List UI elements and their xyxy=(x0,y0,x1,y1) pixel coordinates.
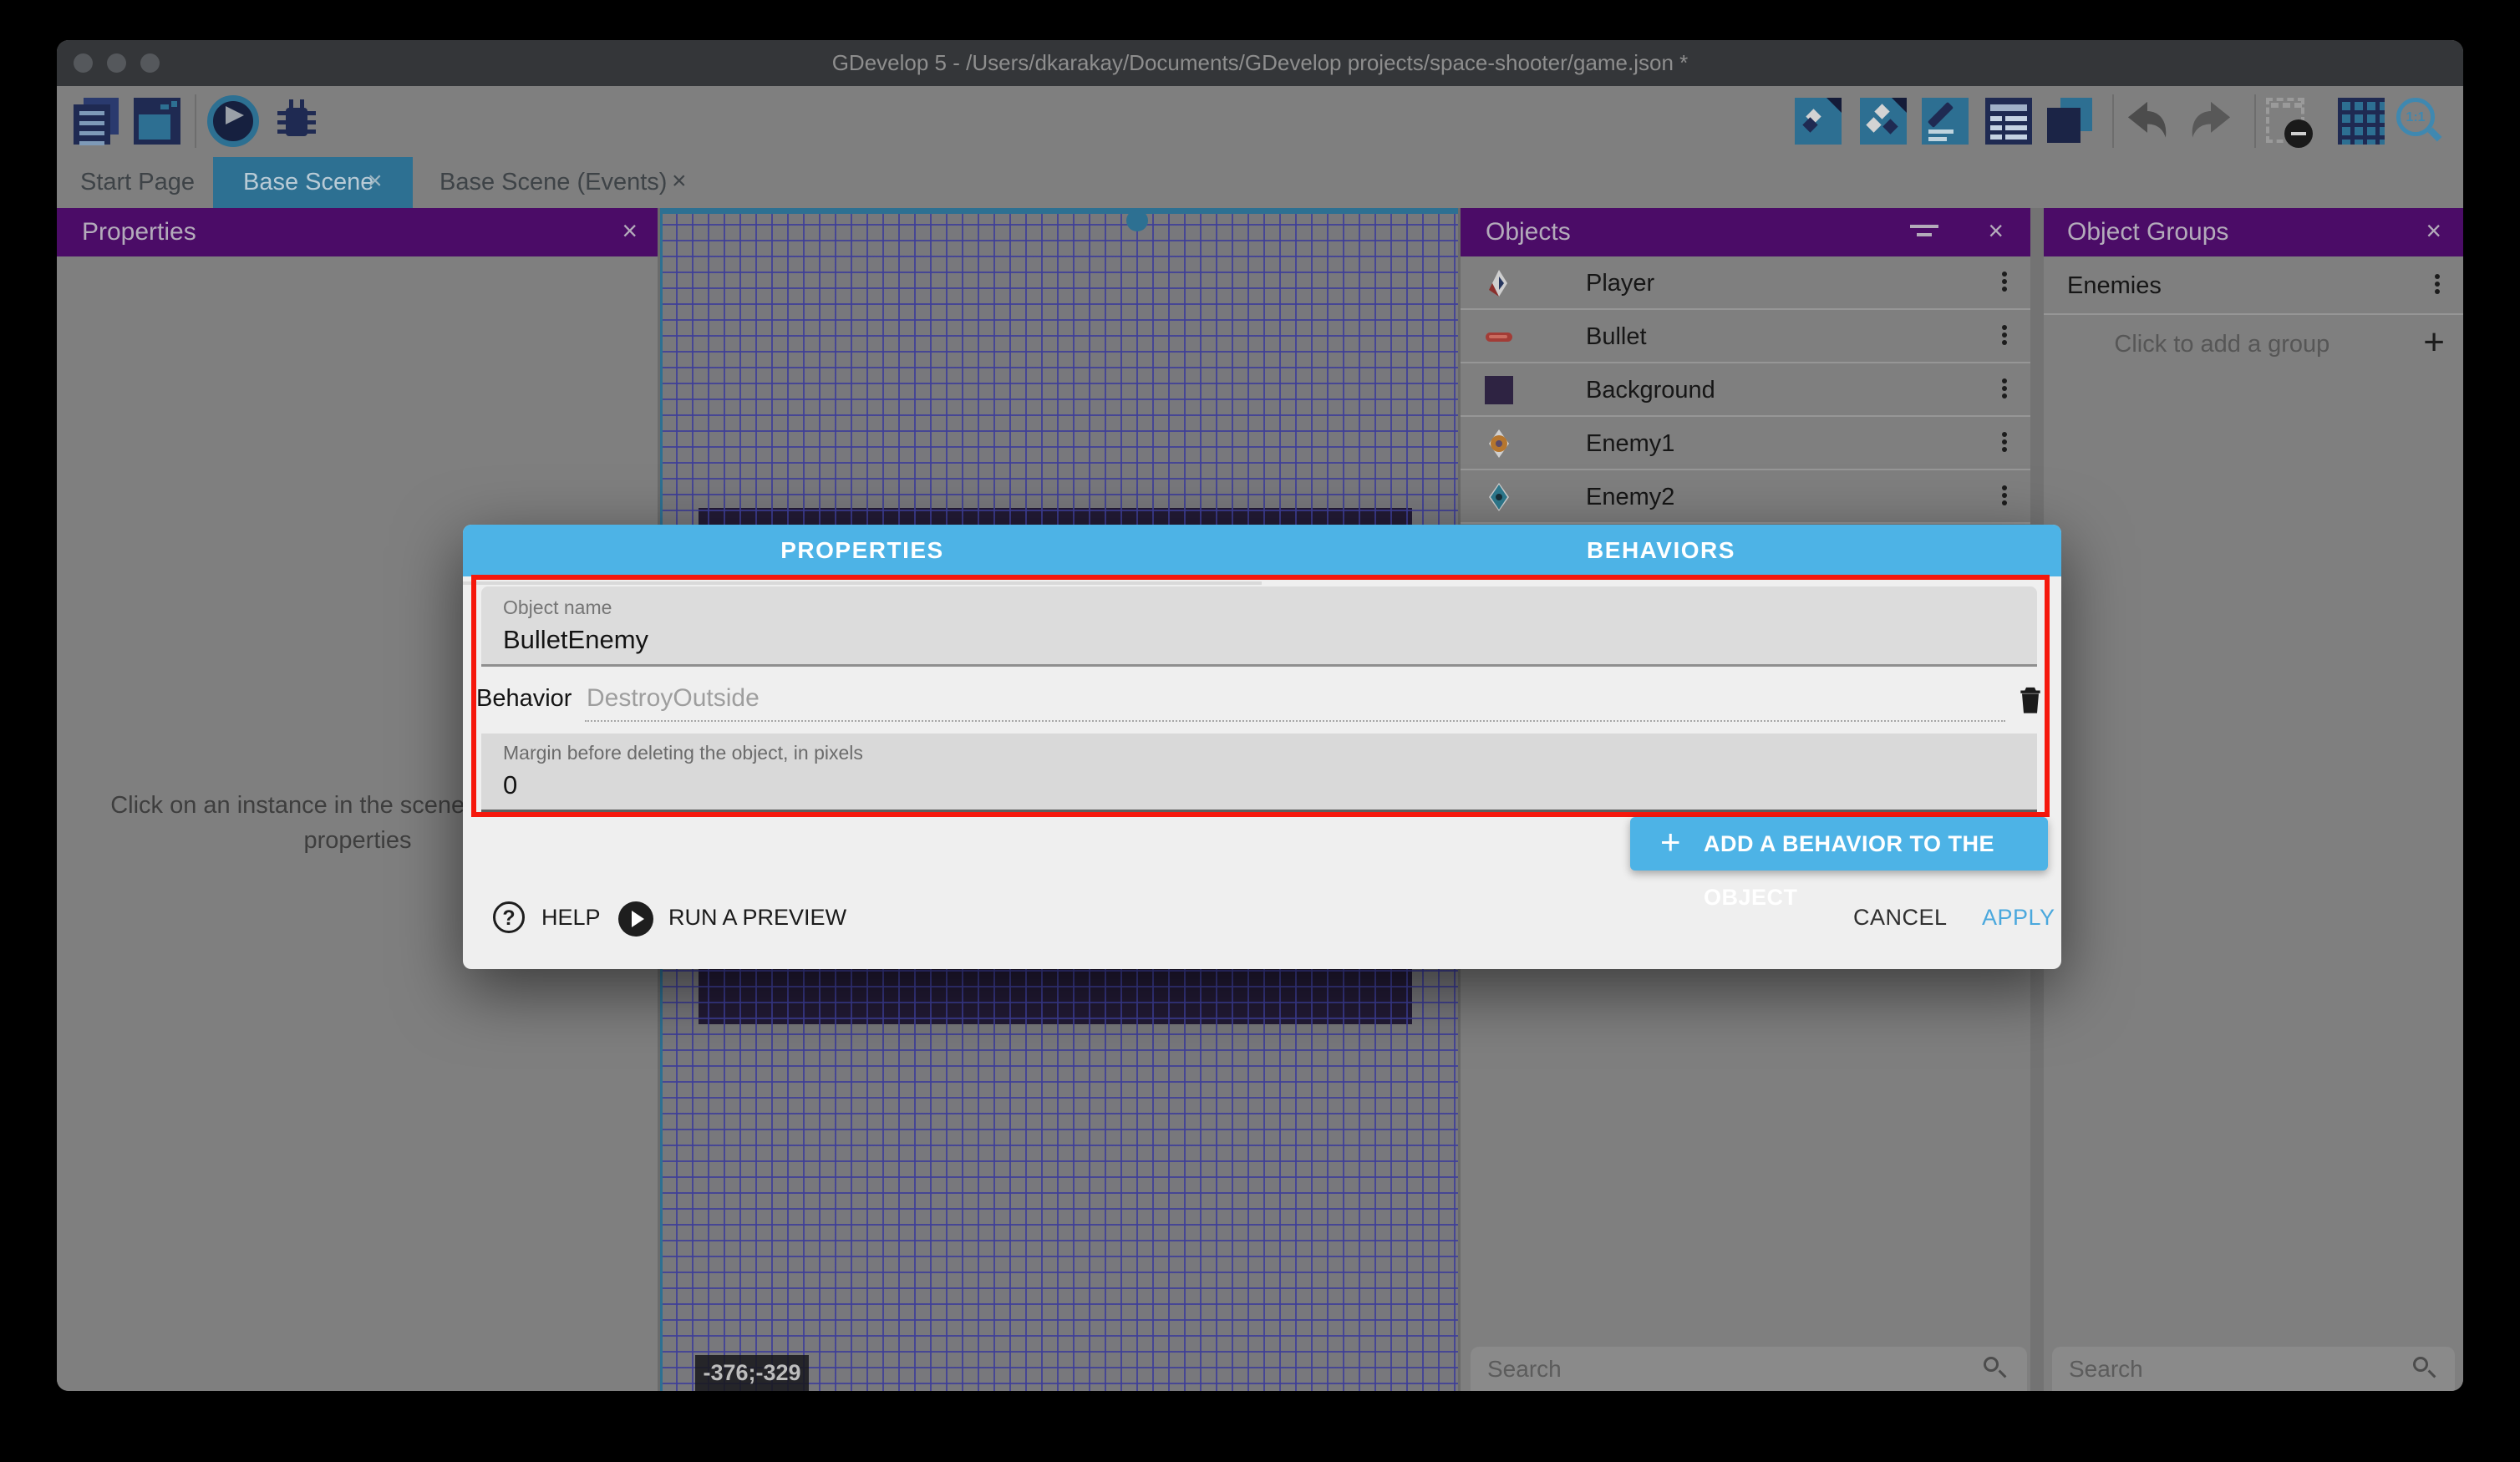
groups-search-input[interactable] xyxy=(2069,1347,2371,1391)
objects-panel-header: Objects × xyxy=(1461,208,2030,256)
enemy2-ship-sprite-icon xyxy=(1484,482,1514,512)
enemy1-ship-sprite-icon xyxy=(1484,429,1514,459)
object-editor-dialog: PROPERTIES BEHAVIORS Object name BulletE… xyxy=(463,525,2061,969)
properties-panel-header: Properties × xyxy=(57,208,658,256)
toggle-grid-icon[interactable] xyxy=(2338,98,2385,145)
run-preview-icon[interactable] xyxy=(618,901,653,937)
close-icon[interactable]: × xyxy=(622,208,638,256)
object-row-bullet[interactable]: Bullet xyxy=(1461,310,2030,363)
redo-icon[interactable] xyxy=(2186,96,2236,146)
toolbar: 1:1 xyxy=(57,86,2463,157)
toolbar-separator xyxy=(2254,94,2256,148)
titlebar: GDevelop 5 - /Users/dkarakay/Documents/G… xyxy=(57,40,2463,86)
object-row-background[interactable]: Background xyxy=(1461,363,2030,417)
search-icon xyxy=(2413,1357,2438,1382)
screen: GDevelop 5 - /Users/dkarakay/Documents/G… xyxy=(0,0,2520,1462)
help-button[interactable]: HELP xyxy=(541,905,601,931)
groups-search-field[interactable] xyxy=(2052,1347,2455,1391)
selection-top-edge xyxy=(660,208,1458,214)
cancel-button[interactable]: CANCEL xyxy=(1853,905,1948,931)
object-row-enemy1[interactable]: Enemy1 xyxy=(1461,417,2030,470)
add-group-row[interactable]: Click to add a group + xyxy=(2044,315,2463,373)
toolbar-separator xyxy=(195,94,196,148)
plus-icon: + xyxy=(1660,817,1681,871)
close-icon[interactable]: × xyxy=(2426,208,2441,256)
search-icon xyxy=(1984,1357,2009,1382)
tab-base-scene[interactable]: Base Scene × xyxy=(213,157,413,208)
play-preview-icon[interactable] xyxy=(207,95,259,147)
tab-start-page[interactable]: Start Page xyxy=(57,157,213,208)
objects-search-input[interactable] xyxy=(1487,1347,1905,1391)
deselect-instances-icon[interactable] xyxy=(2266,98,2314,146)
scene-windows-icon[interactable] xyxy=(134,98,180,145)
tab-strip: Start Page Base Scene × Base Scene (Even… xyxy=(57,157,2463,208)
object-groups-panel-header: Object Groups × xyxy=(2044,208,2463,256)
objects-search-field[interactable] xyxy=(1471,1347,2027,1391)
selection-handle[interactable] xyxy=(1126,210,1148,231)
instances-list-icon[interactable] xyxy=(1985,98,2032,145)
object-menu-icon[interactable] xyxy=(2000,483,2009,511)
close-icon[interactable]: × xyxy=(1988,208,2004,256)
window-title: GDevelop 5 - /Users/dkarakay/Documents/G… xyxy=(57,40,2463,86)
object-menu-icon[interactable] xyxy=(2000,269,2009,297)
app-window: GDevelop 5 - /Users/dkarakay/Documents/G… xyxy=(57,40,2463,1391)
help-icon[interactable]: ? xyxy=(493,901,525,933)
add-behavior-button[interactable]: + ADD A BEHAVIOR TO THE OBJECT xyxy=(1630,817,2048,871)
project-manager-icon[interactable] xyxy=(74,98,120,145)
tab-close-icon[interactable]: × xyxy=(672,157,687,208)
debug-icon[interactable] xyxy=(272,98,319,145)
run-preview-button[interactable]: RUN A PREVIEW xyxy=(668,905,846,931)
object-groups-panel: Object Groups × Enemies Click to add a g… xyxy=(2044,208,2463,1391)
group-row-enemies[interactable]: Enemies xyxy=(2044,256,2463,315)
object-groups-panel-title: Object Groups xyxy=(2067,208,2228,256)
objects-panel-title: Objects xyxy=(1486,208,1571,256)
dialog-tab-behaviors[interactable]: BEHAVIORS xyxy=(1262,525,2060,576)
background-tile-sprite-icon xyxy=(1484,375,1514,405)
player-ship-sprite-icon xyxy=(1484,268,1514,298)
layers-icon[interactable] xyxy=(2047,98,2094,145)
edit-properties-icon[interactable] xyxy=(1922,98,1969,145)
toolbar-separator xyxy=(2112,94,2114,148)
dialog-tab-header: PROPERTIES BEHAVIORS xyxy=(463,525,2061,576)
group-menu-icon[interactable] xyxy=(2433,272,2441,300)
edit-object-groups-icon[interactable] xyxy=(1860,98,1907,145)
edit-object-icon[interactable] xyxy=(1795,98,1842,145)
object-menu-icon[interactable] xyxy=(2000,429,2009,458)
filter-icon[interactable] xyxy=(1910,225,1938,241)
object-menu-icon[interactable] xyxy=(2000,322,2009,351)
dialog-tab-properties[interactable]: PROPERTIES xyxy=(463,525,1262,576)
red-annotation-box xyxy=(471,575,2050,817)
properties-panel-title: Properties xyxy=(82,208,196,256)
tab-close-icon[interactable]: × xyxy=(368,157,383,208)
dialog-footer: ? HELP RUN A PREVIEW CANCEL APPLY xyxy=(463,894,2061,944)
zoom-original-icon[interactable]: 1:1 xyxy=(2396,98,2450,148)
add-group-plus-icon[interactable]: + xyxy=(2423,315,2445,373)
undo-icon[interactable] xyxy=(2122,96,2172,146)
cursor-coordinates-badge: -376;-329 xyxy=(695,1355,809,1391)
object-row-player[interactable]: Player xyxy=(1461,256,2030,310)
object-menu-icon[interactable] xyxy=(2000,376,2009,404)
tab-base-scene-events[interactable]: Base Scene (Events) × xyxy=(413,157,710,208)
object-row-enemy2[interactable]: Enemy2 xyxy=(1461,470,2030,524)
bullet-sprite-icon xyxy=(1484,322,1514,352)
apply-button[interactable]: APPLY xyxy=(1982,905,2055,931)
